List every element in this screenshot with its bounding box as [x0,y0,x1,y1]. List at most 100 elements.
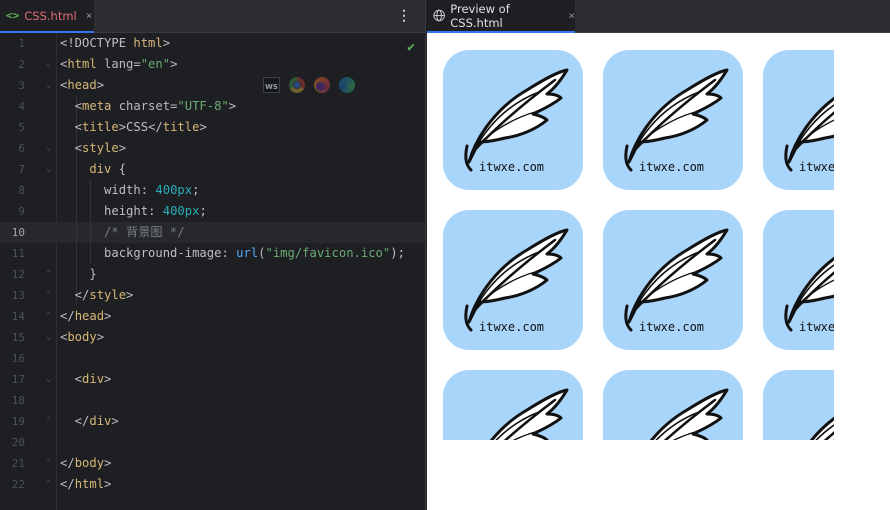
code-token: < [60,99,83,113]
fold-marker-icon[interactable]: ⌄ [46,75,51,96]
close-icon[interactable]: × [86,9,93,22]
fold-marker-icon[interactable]: ⌃ [46,264,51,285]
line-number: 11 [11,247,25,260]
line-number: 1 [18,37,25,50]
fold-marker-icon[interactable]: ⌄ [46,54,51,75]
firefox-icon[interactable] [314,77,330,93]
code-text: } [60,264,96,285]
code-token: charset= [118,99,178,113]
code-line[interactable]: 3 ⌄ <head> [0,75,425,96]
code-line[interactable]: 18 [0,390,425,411]
code-line[interactable]: 22 ⌃ </html> [0,474,425,495]
code-token: > [104,456,112,470]
tab-css-html[interactable]: <> CSS.html × [0,0,94,33]
line-number: 21 [11,457,25,470]
code-line[interactable]: 2 ⌄ <html lang="en"> [0,54,425,75]
code-token: width [60,183,141,197]
favicon-tile: itwxe.com [763,50,834,190]
close-icon[interactable]: × [568,9,575,22]
feather-logo-icon: itwxe.com [784,96,834,174]
code-line[interactable]: 6 ⌄ <style> [0,138,425,159]
logo-text: itwxe.com [479,160,544,174]
code-line[interactable]: 7 ⌄ div { [0,159,425,180]
code-token: "en" [140,57,171,71]
code-token: </ [60,288,90,302]
code-line[interactable]: 21 ⌃ </body> [0,453,425,474]
code-token: body [67,330,97,344]
code-line[interactable]: 9 height: 400px; [0,201,425,222]
code-token: head [67,78,97,92]
logo-text: itwxe.com [639,160,704,174]
tab-preview[interactable]: Preview of CSS.html × [427,0,575,33]
more-options-icon[interactable]: ⋮ [397,8,411,24]
fold-marker-icon[interactable]: ⌄ [46,327,51,348]
code-token: : [140,183,156,197]
checkmark-icon[interactable]: ✔ [407,40,415,55]
fold-marker-icon[interactable]: ⌃ [46,453,51,474]
preview-tab-bar: Preview of CSS.html × [427,0,890,33]
code-text: /* 背景图 */ [60,222,185,243]
preview-tab-label: Preview of CSS.html [450,1,510,30]
code-token: > [126,288,134,302]
feather-logo-icon: itwxe.com [624,68,729,174]
code-line[interactable]: 20 [0,432,425,453]
code-token: style [82,141,119,155]
code-line[interactable]: 17 ⌄ <div> [0,369,425,390]
webstorm-icon[interactable]: WS [263,77,280,93]
code-line[interactable]: 10 /* 背景图 */ [0,222,425,243]
feather-logo-icon: itwxe.com [464,68,569,174]
edge-icon[interactable] [339,77,355,93]
code-line[interactable]: 14 ⌃ </head> [0,306,425,327]
favicon-tile: itwxe.com [603,50,743,190]
code-token: CSS [126,120,149,134]
line-number: 17 [11,373,25,386]
favicon-tile: itwxe.com [763,210,834,350]
fold-marker-icon[interactable]: ⌄ [46,159,51,180]
line-number: 13 [11,289,25,302]
code-line[interactable]: 15 ⌄ <body> [0,327,425,348]
code-line[interactable]: 1 <!DOCTYPE html> [0,33,425,54]
favicon-tile: itwxe.com [603,370,743,440]
code-line[interactable]: 16 [0,348,425,369]
code-line[interactable]: 8 width: 400px; [0,180,425,201]
line-number: 20 [11,436,25,449]
line-number: 14 [11,310,25,323]
code-token: > [96,330,105,344]
fold-marker-icon[interactable]: ⌃ [46,411,51,432]
code-token: : [148,204,163,218]
code-text: <head> [60,75,104,96]
code-token: "UTF-8" [177,99,229,113]
code-token: : [221,246,237,260]
code-token: </ [60,456,75,470]
code-token: /* 背景图 */ [60,225,185,239]
code-text: <style> [60,138,126,159]
line-number: 4 [18,100,25,113]
fold-marker-icon[interactable]: ⌃ [46,474,51,495]
favicon-tile: itwxe.com [443,210,583,350]
code-token: body [74,456,105,470]
code-line[interactable]: 19 ⌃ </div> [0,411,425,432]
code-token: ; [199,204,207,218]
code-text: width: 400px; [60,180,199,201]
code-token: title [162,120,200,134]
code-text: <body> [60,327,104,348]
line-number: 7 [18,163,25,176]
fold-marker-icon[interactable]: ⌄ [46,369,51,390]
code-token: </ [60,477,75,491]
code-token: html [74,477,105,491]
code-line[interactable]: 5 <title>CSS</title> [0,117,425,138]
code-token: > [104,477,112,491]
code-line[interactable]: 4 <meta charset="UTF-8"> [0,96,425,117]
logo-text: itwxe.com [479,320,544,334]
code-token: </ [148,120,163,134]
fold-marker-icon[interactable]: ⌄ [46,138,51,159]
fold-marker-icon[interactable]: ⌃ [46,306,51,327]
fold-marker-icon[interactable]: ⌃ [46,285,51,306]
code-token: div [60,162,119,176]
code-line[interactable]: 11 background-image: url("img/favicon.ic… [0,243,425,264]
code-area[interactable]: 1 <!DOCTYPE html> 2 ⌄ <html lang="en"> 3 ⌄ <hea… [0,33,425,510]
code-line[interactable]: 13 ⌃ </style> [0,285,425,306]
code-line[interactable]: 12 ⌃ } [0,264,425,285]
chrome-icon[interactable] [289,77,305,93]
code-token: html [133,36,163,50]
